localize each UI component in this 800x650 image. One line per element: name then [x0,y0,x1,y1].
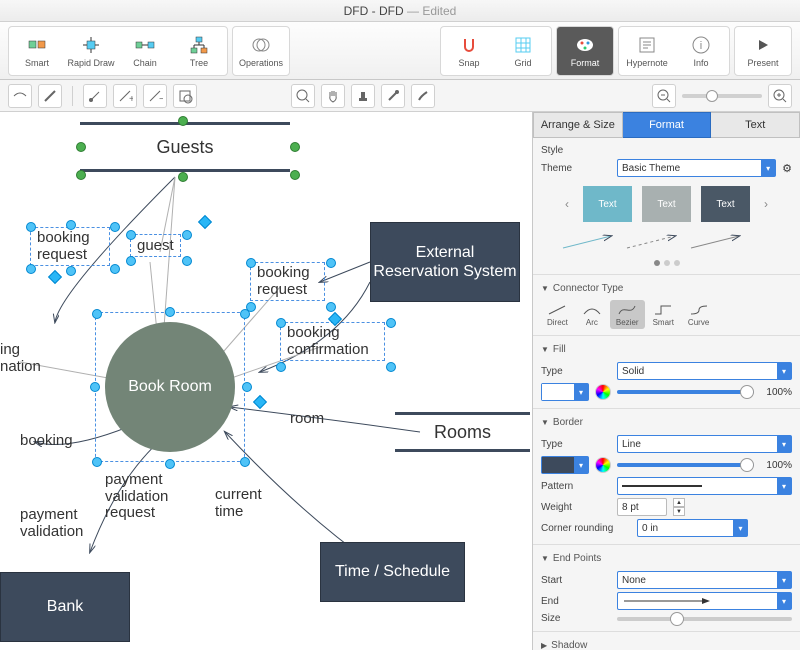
theme-swatch-3[interactable]: Text [701,186,750,222]
tree-button[interactable]: Tree [173,29,225,73]
remove-point-tool[interactable]: − [143,84,167,108]
hypernote-button[interactable]: Hypernote [621,29,673,73]
tab-text[interactable]: Text [711,112,800,138]
tab-arrange[interactable]: Arrange & Size [533,112,623,138]
style-label: Style [541,145,611,156]
label-payment-validation[interactable]: payment validation [20,507,110,540]
label-booking-request-1[interactable]: booking request [30,227,110,266]
connector-direct[interactable]: Direct [541,300,574,329]
connector-curve[interactable]: Curve [682,300,715,329]
connector-type-section[interactable]: ▼Connector Type [541,279,792,298]
label-booking-request-2[interactable]: booking request [250,262,325,301]
main-toolbar: Smart Rapid Draw Chain Tree Operations S… [0,22,800,80]
start-endpoint-select[interactable]: None▾ [617,571,792,589]
label-payment-validation-request[interactable]: payment validation request [105,472,195,522]
corner-rounding-select[interactable]: 0 in▾ [637,519,748,537]
fill-type-select[interactable]: Solid▾ [617,362,792,380]
border-color-wheel[interactable] [595,457,611,473]
drawing-toolbar: + − [0,80,800,112]
endpoint-size-slider[interactable] [617,617,792,621]
guests-entity[interactable]: Guests [80,122,290,172]
border-color-chip[interactable]: ▾ [541,456,589,474]
stamp-tool[interactable] [351,84,375,108]
svg-text:i: i [700,40,702,52]
border-section[interactable]: ▼Border [541,413,792,432]
fill-color-chip[interactable]: ▾ [541,383,589,401]
theme-select[interactable]: Basic Theme▾ [617,159,776,177]
border-pattern-select[interactable]: ▾ [617,477,792,495]
document-title: DFD - DFD [344,4,404,18]
fill-section[interactable]: ▼Fill [541,340,792,359]
connector-bezier[interactable]: Bezier [610,300,645,329]
rooms-entity[interactable]: Rooms [395,412,530,452]
label-booking-confirmation[interactable]: booking confirmation [280,322,385,361]
connector-smart[interactable]: Smart [647,300,680,329]
line-style-2[interactable] [625,232,679,252]
lasso-tool[interactable] [8,84,32,108]
anchor-tool[interactable] [83,84,107,108]
window-titlebar: DFD - DFD — Edited [0,0,800,22]
present-button[interactable]: Present [737,29,789,73]
border-type-select[interactable]: Line▾ [617,435,792,453]
border-weight-input[interactable]: 8 pt [617,498,667,516]
format-panel-button[interactable]: Format [559,29,611,73]
edited-indicator: — Edited [407,4,456,18]
weight-stepper[interactable]: ▲▼ [673,498,685,516]
brush-tool[interactable] [411,84,435,108]
svg-text:+: + [129,94,133,104]
eyedropper-tool[interactable] [381,84,405,108]
bank-node[interactable]: Bank [0,572,130,642]
external-reservation-node[interactable]: External Reservation System [370,222,520,302]
zoom-in-button[interactable] [768,84,792,108]
grid-button[interactable]: Grid [497,29,549,73]
inspector-panel: Arrange & Size Format Text Style Theme B… [532,112,800,650]
zoom-slider[interactable] [682,94,762,98]
label-room[interactable]: room [290,410,324,427]
endpoints-section[interactable]: ▼End Points [541,549,792,568]
border-opacity-slider[interactable] [617,463,754,467]
add-point-tool[interactable]: + [113,84,137,108]
label-booking[interactable]: booking [20,432,73,449]
theme-swatch-2[interactable]: Text [642,186,691,222]
info-button[interactable]: iInfo [675,29,727,73]
canvas[interactable]: Guests External Reservation System Rooms… [0,112,532,650]
label-guest[interactable]: guest [130,234,181,257]
line-style-1[interactable] [561,232,615,252]
svg-text:−: − [159,94,163,104]
fill-opacity-slider[interactable] [617,390,754,394]
shape-tool[interactable] [173,84,197,108]
end-endpoint-select[interactable]: ▾ [617,592,792,610]
hand-tool[interactable] [321,84,345,108]
shadow-section[interactable]: ▶Shadow [541,636,792,650]
operations-button[interactable]: Operations [235,29,287,73]
line-style-3[interactable] [689,232,743,252]
time-schedule-node[interactable]: Time / Schedule [320,542,465,602]
theme-swatch-1[interactable]: Text [583,186,632,222]
snap-button[interactable]: Snap [443,29,495,73]
swatch-prev[interactable]: ‹ [561,197,573,211]
smart-button[interactable]: Smart [11,29,63,73]
connector-arc[interactable]: Arc [576,300,608,329]
theme-label: Theme [541,163,611,174]
tab-format[interactable]: Format [623,112,712,138]
fill-color-wheel[interactable] [595,384,611,400]
rapid-draw-button[interactable]: Rapid Draw [65,29,117,73]
pen-tool[interactable] [38,84,62,108]
zoom-out-button[interactable] [652,84,676,108]
swatch-next[interactable]: › [760,197,772,211]
theme-settings-icon[interactable]: ⚙ [782,162,792,175]
label-current-time[interactable]: current time [215,487,285,520]
magnify-tool[interactable] [291,84,315,108]
label-partial[interactable]: ing nation [0,342,50,375]
chain-button[interactable]: Chain [119,29,171,73]
